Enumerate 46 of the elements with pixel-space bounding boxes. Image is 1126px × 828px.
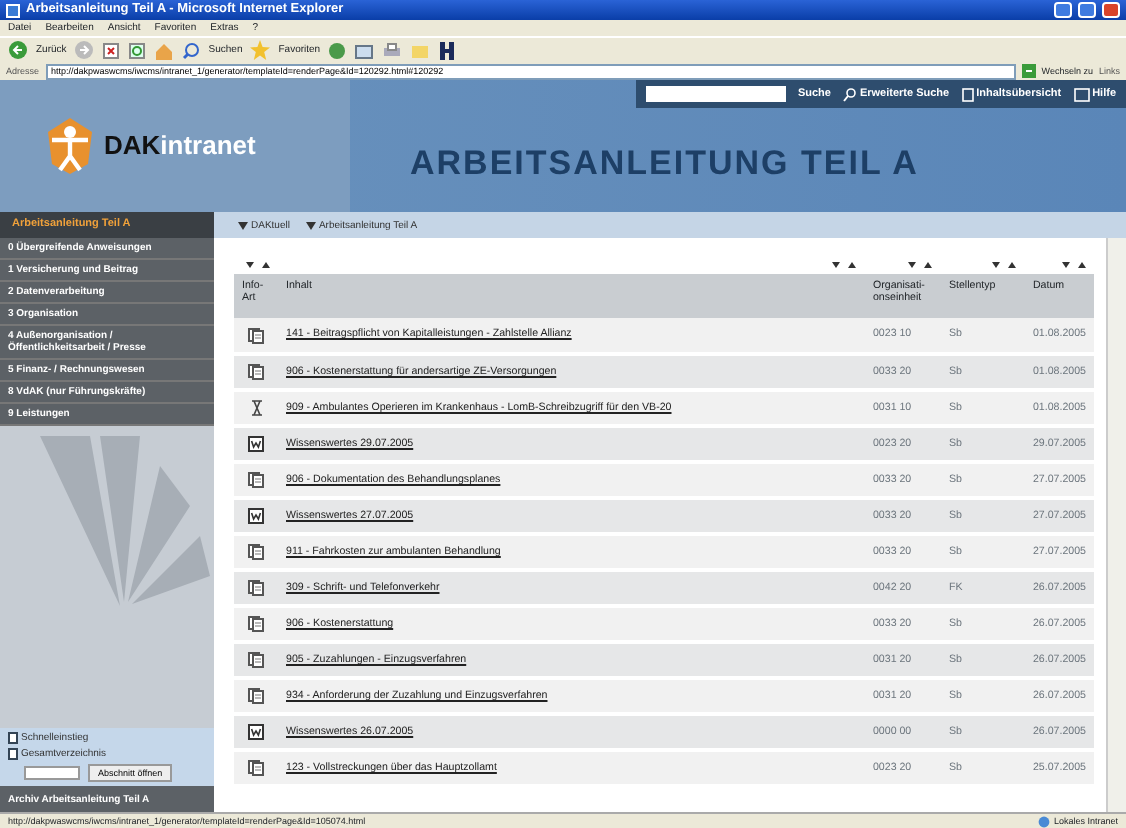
person-logo-icon bbox=[44, 116, 96, 176]
section-field[interactable] bbox=[24, 766, 80, 780]
page-title: ARBEITSANLEITUNG TEIL A bbox=[410, 144, 919, 185]
documents-icon bbox=[248, 688, 264, 704]
page-icon bbox=[961, 87, 974, 101]
sort-up-icon[interactable] bbox=[924, 261, 933, 267]
sort-down-icon[interactable] bbox=[246, 261, 254, 267]
documents-icon bbox=[248, 327, 264, 343]
documents-icon bbox=[248, 544, 264, 560]
documents-icon bbox=[248, 364, 264, 380]
documents-icon bbox=[248, 472, 264, 488]
documents-icon bbox=[248, 616, 264, 632]
caret-icon bbox=[238, 221, 248, 229]
stop-icon[interactable] bbox=[102, 41, 121, 59]
search-icon[interactable] bbox=[182, 41, 201, 59]
magnifier-icon bbox=[842, 87, 857, 101]
search-field[interactable] bbox=[645, 86, 786, 102]
w-icon bbox=[248, 508, 264, 524]
caret-icon bbox=[305, 221, 316, 229]
minimize-button[interactable] bbox=[1054, 2, 1072, 18]
sort-up-icon[interactable] bbox=[1008, 261, 1017, 267]
w-icon bbox=[248, 724, 264, 740]
documents-icon bbox=[248, 760, 264, 776]
sort-up-icon[interactable] bbox=[848, 261, 857, 267]
maximize-button[interactable] bbox=[1078, 2, 1096, 18]
go-icon[interactable] bbox=[1021, 64, 1036, 78]
ie-icon bbox=[6, 3, 20, 17]
sort-up-icon[interactable] bbox=[1078, 261, 1086, 267]
sort-down-icon[interactable] bbox=[908, 261, 917, 267]
hourglass-icon bbox=[251, 400, 261, 416]
h-icon[interactable] bbox=[438, 41, 457, 59]
close-button[interactable] bbox=[1102, 2, 1120, 18]
sort-down-icon[interactable] bbox=[1062, 261, 1070, 267]
w-icon bbox=[248, 436, 264, 452]
star-icon[interactable] bbox=[250, 40, 271, 60]
logo-text: DAK bbox=[104, 130, 161, 162]
printer-icon[interactable] bbox=[382, 41, 403, 59]
sort-down-icon[interactable] bbox=[992, 261, 1001, 267]
refresh-icon[interactable] bbox=[128, 41, 147, 59]
documents-icon bbox=[248, 580, 264, 596]
logo-text: intranet bbox=[160, 130, 256, 162]
sort-up-icon[interactable] bbox=[262, 261, 270, 267]
scrollbar[interactable] bbox=[1106, 238, 1126, 812]
documents-icon bbox=[248, 652, 264, 668]
sort-down-icon[interactable] bbox=[832, 261, 841, 267]
back-icon[interactable] bbox=[8, 40, 28, 60]
